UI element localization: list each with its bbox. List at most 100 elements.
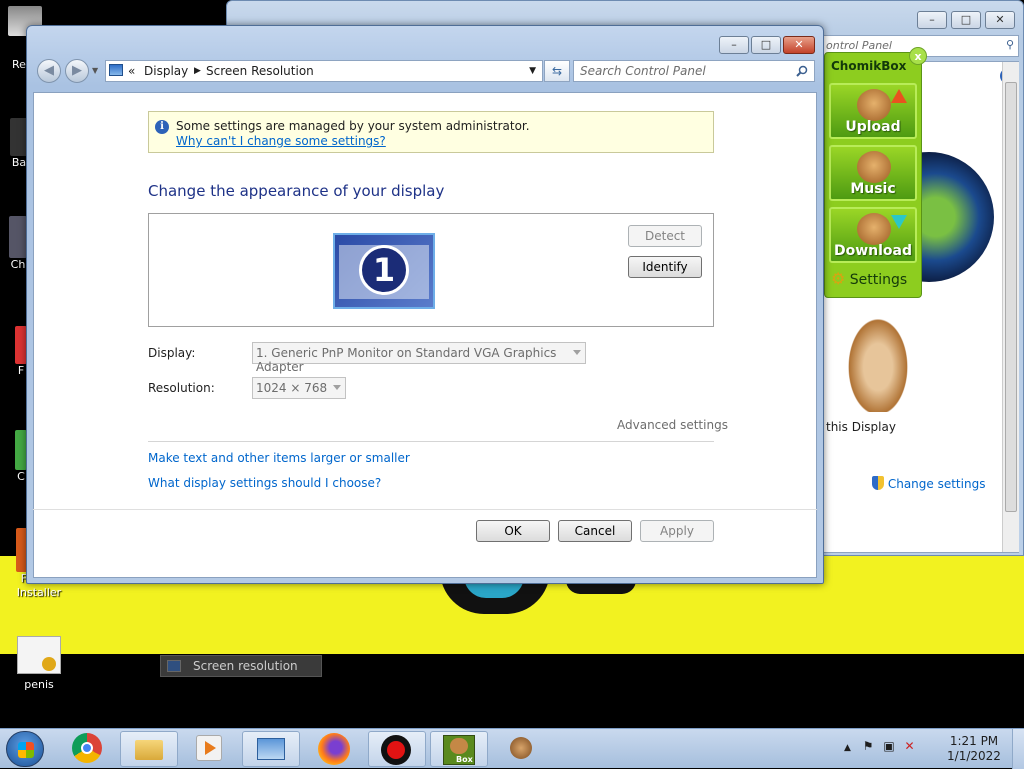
- clock-date: 1/1/2022: [947, 749, 1001, 763]
- gear-icon: ⚙: [831, 269, 846, 288]
- desktop-icon-label: penis: [24, 678, 54, 691]
- refresh-icon: ⇆: [551, 64, 563, 78]
- chevron-down-icon[interactable]: ▼: [529, 66, 536, 76]
- hamster-upload-icon: [857, 89, 891, 121]
- music-button[interactable]: Music: [829, 145, 917, 201]
- chomikbox-taskbar-button[interactable]: Box: [430, 731, 488, 767]
- network-icon[interactable]: ▣: [883, 739, 894, 753]
- resolution-select[interactable]: 1024 × 768: [252, 377, 346, 399]
- page-title: Change the appearance of your display: [148, 182, 445, 200]
- taskbar: Box ▲ ⚑ ▣ ✕ 1:21 PM 1/1/2022: [0, 728, 1024, 769]
- breadcrumb-screen-resolution[interactable]: Screen Resolution: [206, 64, 314, 78]
- search-control-panel-input[interactable]: Search Control Panel: [573, 60, 815, 82]
- display-preview-area: 1 Detect Identify: [148, 213, 714, 327]
- control-panel-taskbar-button[interactable]: [242, 731, 300, 767]
- firefox-taskbar-button[interactable]: [318, 733, 350, 765]
- hamster-music-icon: [857, 151, 891, 183]
- arrow-up-icon: [891, 89, 907, 103]
- forward-button[interactable]: ▶: [65, 59, 89, 83]
- play-icon: [205, 741, 216, 755]
- close-button[interactable]: ✕: [985, 11, 1015, 29]
- divider: [33, 509, 817, 510]
- hamster-illustration: [844, 312, 912, 412]
- hamster-icon: [510, 737, 532, 759]
- flag-icon[interactable]: ⚑: [863, 739, 874, 753]
- apply-button[interactable]: Apply: [640, 520, 714, 542]
- system-clock[interactable]: 1:21 PM 1/1/2022: [944, 734, 1004, 764]
- why-cant-change-link[interactable]: Why can't I change some settings?: [176, 134, 386, 148]
- breadcrumb-arrow-icon[interactable]: ▶: [194, 66, 201, 76]
- chomikbox-icon: Box: [443, 735, 475, 765]
- volume-muted-icon[interactable]: ✕: [905, 739, 915, 753]
- chevron-down-icon: [333, 385, 341, 390]
- display-field-label: Display:: [148, 346, 196, 360]
- monitor-number: 1: [359, 245, 409, 295]
- close-button[interactable]: ✕: [783, 36, 815, 54]
- divider: [148, 441, 714, 442]
- media-player-taskbar-button[interactable]: [196, 735, 222, 761]
- display-select[interactable]: 1. Generic PnP Monitor on Standard VGA G…: [252, 342, 586, 374]
- maximize-button[interactable]: □: [951, 11, 981, 29]
- desktop-icon-label: Ch: [10, 258, 26, 271]
- clock-time: 1:21 PM: [949, 734, 999, 748]
- windows-logo-icon: [18, 742, 34, 758]
- shortcut-icon: [9, 216, 27, 258]
- cancel-button[interactable]: Cancel: [558, 520, 632, 542]
- certificate-icon: [17, 636, 61, 674]
- address-bar[interactable]: « Display ▶ Screen Resolution ▼: [105, 60, 543, 82]
- hamster-taskbar-button[interactable]: [506, 733, 536, 763]
- system-tray: ▲ ⚑ ▣ ✕: [844, 739, 915, 753]
- dialog-client-area: [33, 92, 817, 578]
- taskbar-thumbnail-tooltip[interactable]: Screen resolution: [160, 655, 322, 677]
- recent-pages-chevron-icon[interactable]: ▼: [92, 66, 98, 75]
- chomikbox-close-button[interactable]: x: [909, 47, 927, 65]
- arrow-down-icon: [891, 215, 907, 229]
- chomikbox-settings-button[interactable]: ⚙ Settings: [831, 269, 907, 288]
- chevron-down-icon: [573, 350, 581, 355]
- desktop-wallpaper-black: [0, 654, 1024, 728]
- ok-button[interactable]: OK: [476, 520, 550, 542]
- display-settings-help-link[interactable]: What display settings should I choose?: [148, 476, 381, 490]
- recorder-taskbar-button[interactable]: [368, 731, 426, 767]
- search-icon: [796, 65, 808, 77]
- upload-button[interactable]: Upload: [829, 83, 917, 139]
- advanced-settings-link[interactable]: Advanced settings: [617, 418, 728, 432]
- folder-icon: [135, 740, 163, 760]
- change-settings-link[interactable]: Change settings: [872, 476, 985, 491]
- maximize-button[interactable]: □: [751, 36, 781, 54]
- hamster-download-icon: [857, 213, 891, 245]
- start-button[interactable]: [6, 731, 44, 767]
- monitor-1-thumbnail[interactable]: 1: [333, 233, 435, 309]
- admin-info-bar: i Some settings are managed by your syst…: [148, 111, 714, 153]
- breadcrumb-overflow[interactable]: «: [128, 64, 135, 78]
- chomikbox-widget[interactable]: ChomikBox x Upload Music Download ⚙ Sett…: [824, 47, 927, 298]
- breadcrumb-display[interactable]: Display: [144, 64, 188, 78]
- shield-icon: [872, 476, 884, 490]
- display-icon: [167, 660, 181, 672]
- explorer-taskbar-button[interactable]: [120, 731, 178, 767]
- chrome-taskbar-button[interactable]: [72, 733, 102, 763]
- chrome-icon: [81, 742, 93, 754]
- back-button[interactable]: ◀: [37, 59, 61, 83]
- minimize-button[interactable]: –: [719, 36, 749, 54]
- text-size-link[interactable]: Make text and other items larger or smal…: [148, 451, 410, 465]
- show-hidden-icons-icon[interactable]: ▲: [844, 743, 851, 753]
- minimize-button[interactable]: –: [917, 11, 947, 29]
- scrollbar-vertical[interactable]: [1002, 62, 1019, 552]
- control-panel-icon: [109, 64, 123, 76]
- download-button[interactable]: Download: [829, 207, 917, 263]
- resolution-field-label: Resolution:: [148, 381, 215, 395]
- detect-button[interactable]: Detect: [628, 225, 702, 247]
- search-icon: ⚲: [1005, 38, 1014, 51]
- record-icon: [381, 735, 411, 765]
- refresh-button[interactable]: ⇆: [544, 60, 570, 82]
- control-panel-icon: [257, 738, 285, 760]
- info-message: Some settings are managed by your system…: [176, 119, 530, 133]
- info-icon: i: [155, 120, 169, 134]
- desktop-icon-penis[interactable]: penis: [12, 636, 66, 691]
- show-desktop-button[interactable]: [1012, 729, 1024, 769]
- identify-button[interactable]: Identify: [628, 256, 702, 278]
- chomikbox-title: ChomikBox: [831, 59, 907, 73]
- desktop-icon-ch[interactable]: Ch: [8, 216, 28, 271]
- display-label: this Display: [826, 420, 896, 434]
